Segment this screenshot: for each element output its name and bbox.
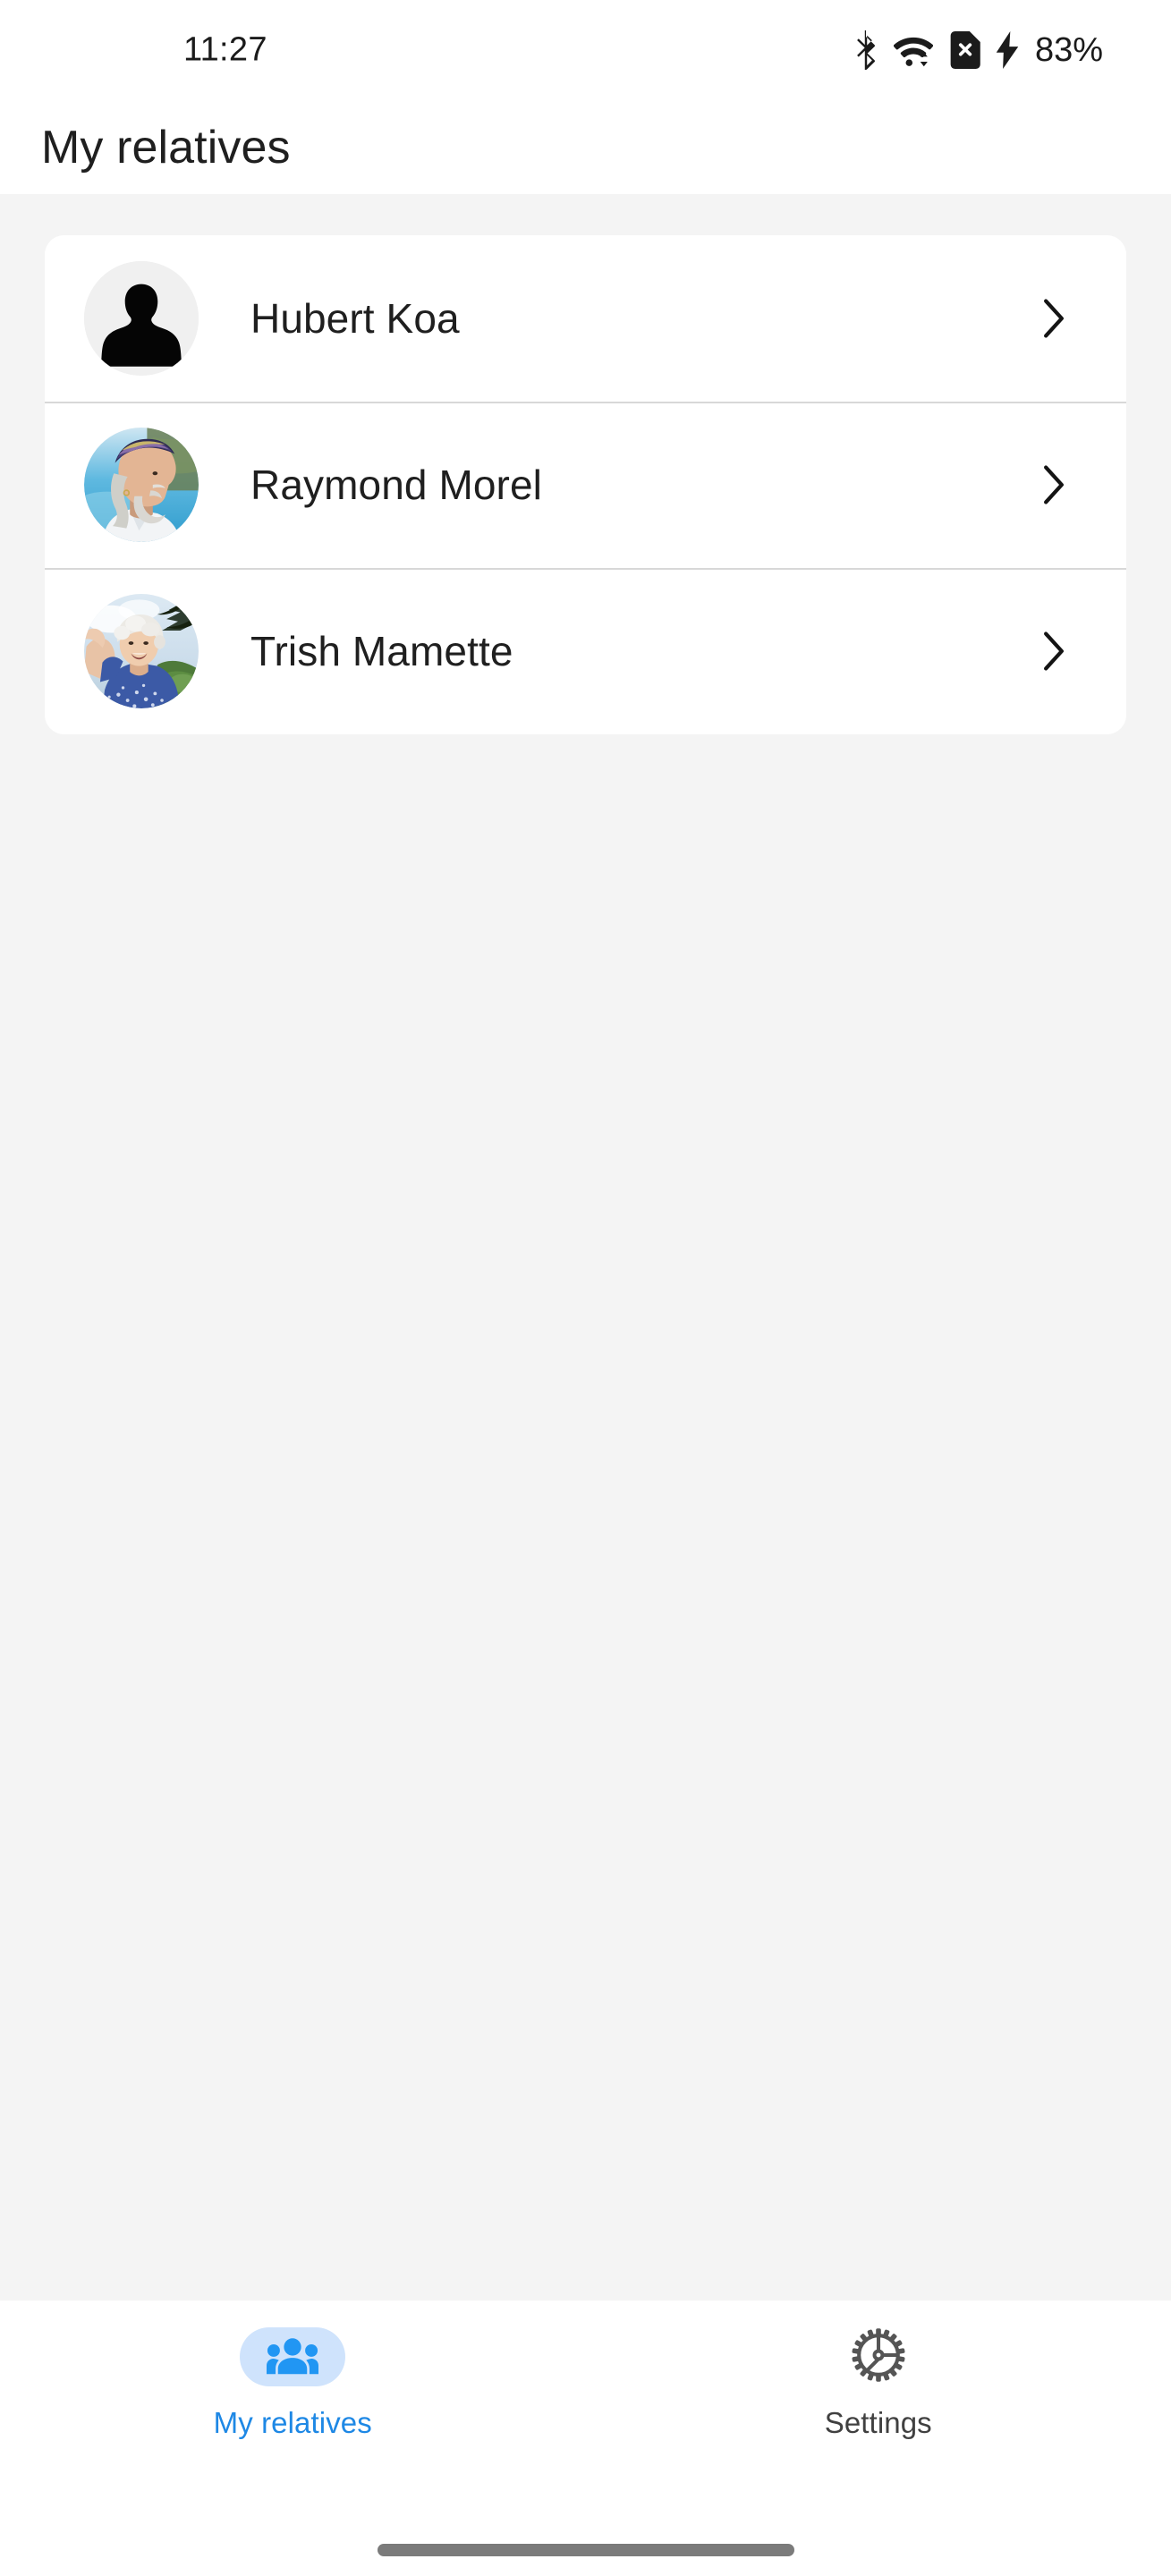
list-item-label: Raymond Morel <box>250 462 542 508</box>
battery-percentage: 83% <box>1034 30 1103 69</box>
charging-bolt-icon <box>996 31 1019 69</box>
avatar <box>84 594 199 708</box>
chevron-right-icon[interactable] <box>1033 631 1074 672</box>
nav-item-label: Settings <box>824 2406 932 2439</box>
chevron-right-icon[interactable] <box>1033 298 1074 339</box>
page-title: My relatives <box>41 121 291 174</box>
nav-inactive-indicator <box>826 2327 931 2386</box>
list-item[interactable]: Hubert Koa <box>45 235 1126 402</box>
status-bar: 11:27 83% <box>0 0 1171 100</box>
avatar <box>84 261 199 376</box>
nav-item-settings[interactable]: Settings <box>586 2327 1171 2440</box>
avatar <box>84 428 199 542</box>
list-item-label: Trish Mamette <box>250 628 513 674</box>
gear-icon <box>851 2327 906 2387</box>
wifi-icon <box>893 32 933 68</box>
nav-active-indicator <box>240 2327 346 2386</box>
status-bar-icons: 83% <box>853 30 1103 70</box>
default-person-placeholder-icon <box>84 261 199 376</box>
list-item[interactable]: Trish Mamette <box>45 568 1126 734</box>
android-gesture-bar[interactable] <box>377 2544 794 2556</box>
photo-elderly-man-bandana <box>84 428 199 542</box>
nav-item-label: My relatives <box>213 2406 372 2439</box>
content-area: Hubert Koa Raymond Morel Trish Mamette <box>0 194 1171 2301</box>
nav-item-my-relatives[interactable]: My relatives <box>0 2327 586 2440</box>
app-bar: My relatives <box>0 100 1171 194</box>
sim-card-off-icon <box>947 31 981 69</box>
chevron-right-icon[interactable] <box>1033 464 1074 505</box>
people-group-icon <box>267 2335 319 2379</box>
bottom-navigation-bar: My relatives Settings <box>0 2301 1171 2576</box>
status-bar-clock: 11:27 <box>183 30 267 69</box>
list-item[interactable]: Raymond Morel <box>45 402 1126 568</box>
photo-elderly-woman-waving <box>84 594 199 708</box>
list-item-label: Hubert Koa <box>250 295 460 342</box>
bluetooth-icon <box>853 30 879 70</box>
phone-screen: 11:27 83% My relatives Hubert Koa Raymon… <box>0 0 1171 2576</box>
relatives-list-card: Hubert Koa Raymond Morel Trish Mamette <box>45 235 1126 734</box>
